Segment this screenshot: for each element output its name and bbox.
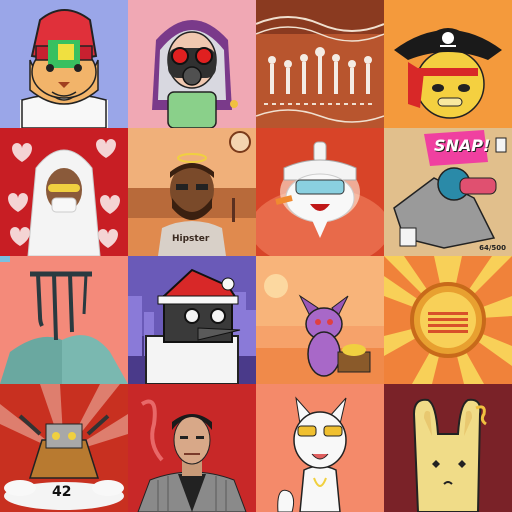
robot-number-label: 42 [52,484,72,500]
tile-lion-boxer[interactable] [0,0,128,128]
tile-suit-man[interactable] [128,384,256,512]
chef-cat-image [256,128,384,256]
lion-boxer-image [0,0,128,128]
white-cat-image [256,384,384,512]
tile-heart-hoodie[interactable] [0,128,128,256]
tile-sun-badge[interactable] [384,256,512,384]
heart-hoodie-image [0,128,128,256]
tile-snap-comic[interactable]: SNAP! 64/500 [384,128,512,256]
tile-bunny[interactable] [384,384,512,512]
tile-white-cat[interactable] [256,384,384,512]
nft-gallery-grid: Hipster SNAP! 64/500 42 [0,0,512,512]
pirate-cat-image [384,0,512,128]
sphynx-cat-image [256,256,384,384]
suit-man-image [128,384,256,512]
tile-gasmask-girl[interactable] [128,0,256,128]
hipster-shirt-text: Hipster [172,234,210,244]
tile-santa-crow[interactable] [128,256,256,384]
tribal-pattern-image [256,0,384,128]
drip-rock-image [0,256,128,384]
snap-footer-count: 64/500 [479,244,506,252]
gasmask-girl-image [128,0,256,128]
tile-drip-rock[interactable] [0,256,128,384]
sun-badge-image [384,256,512,384]
tile-sphynx-cat[interactable] [256,256,384,384]
santa-crow-image [128,256,256,384]
tile-tribal-pattern[interactable] [256,0,384,128]
tile-pirate-cat[interactable] [384,0,512,128]
bunny-image [384,384,512,512]
tile-chef-cat[interactable] [256,128,384,256]
tile-robot-42[interactable]: 42 [0,384,128,512]
tile-hipster[interactable]: Hipster [128,128,256,256]
snap-title: SNAP! [434,136,491,155]
